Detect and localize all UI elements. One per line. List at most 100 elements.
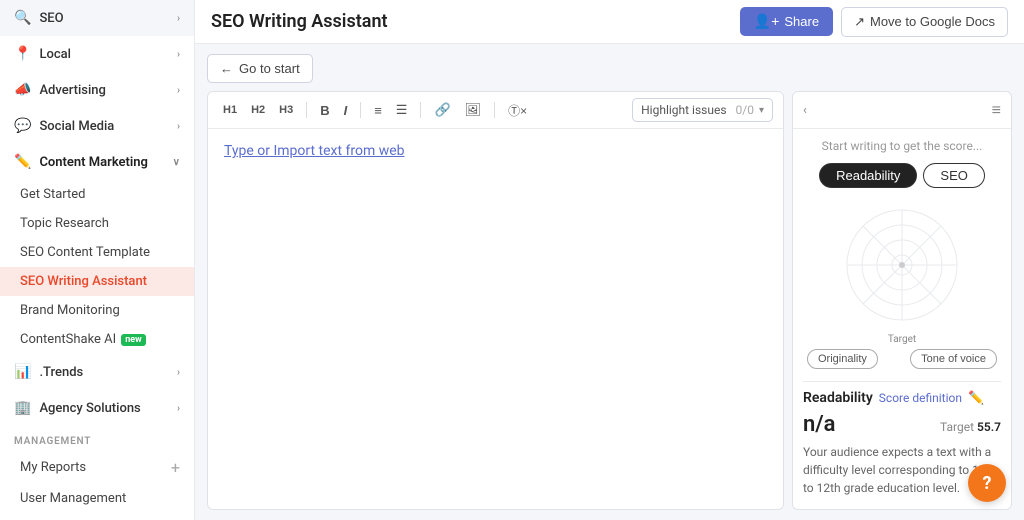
text-editor: H1 H2 H3 B I bbox=[207, 91, 784, 510]
sidebar-item-seo[interactable]: 🔍 SEO › bbox=[0, 0, 194, 36]
page-title: SEO Writing Assistant bbox=[211, 11, 388, 32]
trends-icon: 📊 bbox=[14, 364, 31, 380]
management-label: MANAGEMENT bbox=[0, 426, 194, 451]
score-value: n/a bbox=[803, 412, 835, 437]
sidebar-item-label: Local bbox=[39, 47, 71, 62]
sidebar-item-get-started[interactable]: Get Started bbox=[0, 180, 194, 209]
share-icon: 👤+ bbox=[754, 13, 780, 30]
ordered-list-icon: ≡ bbox=[374, 103, 382, 118]
tab-seo[interactable]: SEO bbox=[923, 163, 984, 188]
target-label: Target bbox=[803, 334, 1001, 345]
score-definition-link[interactable]: Score definition bbox=[879, 391, 962, 405]
import-link[interactable]: Import text from web bbox=[273, 143, 404, 159]
go-to-start-button[interactable]: ← Go to start bbox=[207, 54, 313, 83]
bold-button[interactable]: B bbox=[315, 100, 334, 121]
google-docs-button[interactable]: ↗ Move to Google Docs bbox=[841, 7, 1008, 37]
image-button[interactable]: 🖼 bbox=[460, 99, 487, 121]
link-button[interactable]: 🔗 bbox=[429, 99, 455, 121]
score-tabs: Readability SEO bbox=[803, 163, 1001, 188]
heading-h3-button[interactable]: H3 bbox=[274, 101, 298, 119]
header-actions: 👤+ Share ↗ Move to Google Docs bbox=[740, 7, 1008, 37]
sidebar-item-content-marketing[interactable]: ✏️ Content Marketing ∨ bbox=[0, 144, 194, 180]
heading-h2-button[interactable]: H2 bbox=[246, 101, 270, 119]
highlight-issues-dropdown[interactable]: Highlight issues 0/0 ▾ bbox=[632, 98, 773, 122]
sidebar-item-social-media[interactable]: 💬 Social Media › bbox=[0, 108, 194, 144]
tab-readability[interactable]: Readability bbox=[819, 163, 917, 188]
chevron-down-icon: ▾ bbox=[759, 105, 764, 116]
clear-icon: Ⓣ× bbox=[508, 102, 527, 119]
agency-icon: 🏢 bbox=[14, 400, 31, 416]
social-icon: 💬 bbox=[14, 118, 31, 134]
arrow-left-icon: ← bbox=[220, 61, 233, 76]
target-value: Target 55.7 bbox=[940, 420, 1001, 434]
heading-h1-button[interactable]: H1 bbox=[218, 101, 242, 119]
content-marketing-icon: ✏️ bbox=[14, 154, 31, 170]
sidebar-item-seo-content-template[interactable]: SEO Content Template bbox=[0, 238, 194, 267]
radar-chart bbox=[803, 200, 1001, 330]
panel-collapse-button[interactable]: ‹ bbox=[803, 103, 807, 118]
toolbar-separator-3 bbox=[420, 102, 421, 118]
sidebar-item-label: Advertising bbox=[39, 83, 105, 98]
ordered-list-button[interactable]: ≡ bbox=[369, 100, 387, 121]
go-to-start-bar: ← Go to start bbox=[207, 54, 1012, 83]
readability-header: Readability Score definition ✏️ bbox=[803, 390, 1001, 406]
toolbar-separator-4 bbox=[494, 102, 495, 118]
advertising-icon: 📣 bbox=[14, 82, 31, 98]
editor-toolbar: H1 H2 H3 B I bbox=[208, 92, 783, 129]
clear-formatting-button[interactable]: Ⓣ× bbox=[503, 99, 532, 122]
sidebar-item-contentshake-ai[interactable]: ContentShake AI new bbox=[0, 325, 194, 354]
top-header: SEO Writing Assistant 👤+ Share ↗ Move to… bbox=[195, 0, 1024, 44]
sidebar-item-label: Content Marketing bbox=[39, 155, 148, 170]
right-panel: ‹ ≡ Start writing to get the score... Re… bbox=[792, 91, 1012, 510]
main-content: SEO Writing Assistant 👤+ Share ↗ Move to… bbox=[195, 0, 1024, 520]
score-row: n/a Target 55.7 bbox=[803, 412, 1001, 437]
unordered-list-button[interactable]: ☰ bbox=[391, 99, 413, 121]
panel-menu-button[interactable]: ≡ bbox=[992, 100, 1001, 120]
italic-button[interactable]: I bbox=[339, 100, 353, 121]
score-hint: Start writing to get the score... bbox=[803, 139, 1001, 153]
sidebar-item-label: Agency Solutions bbox=[39, 401, 140, 416]
sidebar-item-agency-solutions[interactable]: 🏢 Agency Solutions › bbox=[0, 390, 194, 426]
toolbar-separator-2 bbox=[360, 102, 361, 118]
unordered-list-icon: ☰ bbox=[396, 102, 408, 118]
originality-label[interactable]: Originality bbox=[807, 349, 878, 369]
right-panel-header: ‹ ≡ bbox=[793, 92, 1011, 129]
add-report-button[interactable]: + bbox=[171, 458, 180, 477]
chevron-right-icon: › bbox=[177, 49, 180, 60]
link-icon: 🔗 bbox=[434, 102, 450, 118]
sidebar-item-label: SEO bbox=[39, 11, 63, 26]
editor-body[interactable]: Type or Import text from web bbox=[208, 129, 783, 509]
chevron-right-icon: › bbox=[177, 85, 180, 96]
sidebar: 🔍 SEO › 📍 Local › 📣 Advertising › 💬 Soci… bbox=[0, 0, 195, 520]
local-icon: 📍 bbox=[14, 46, 31, 62]
sidebar-item-seo-writing-assistant[interactable]: SEO Writing Assistant bbox=[0, 267, 194, 296]
edit-icon[interactable]: ✏️ bbox=[968, 391, 984, 406]
help-button[interactable]: ? bbox=[968, 464, 1006, 502]
sidebar-item-my-reports[interactable]: My Reports + bbox=[0, 451, 194, 484]
editor-panel: H1 H2 H3 B I bbox=[207, 91, 1012, 510]
image-icon: 🖼 bbox=[465, 102, 482, 118]
sidebar-item-local[interactable]: 📍 Local › bbox=[0, 36, 194, 72]
radar-labels: Originality Tone of voice bbox=[803, 349, 1001, 369]
radar-svg bbox=[822, 200, 982, 330]
chevron-down-icon: ∨ bbox=[173, 157, 180, 168]
editor-area: ← Go to start H1 H2 H3 bbox=[195, 44, 1024, 520]
google-docs-icon: ↗ bbox=[854, 14, 865, 30]
sidebar-item-notes[interactable]: Notes bbox=[0, 513, 194, 520]
seo-icon: 🔍 bbox=[14, 10, 31, 26]
sidebar-item-label: .Trends bbox=[39, 365, 83, 380]
chevron-right-icon: › bbox=[177, 13, 180, 24]
chevron-right-icon: › bbox=[177, 121, 180, 132]
toolbar-separator bbox=[306, 102, 307, 118]
sidebar-item-topic-research[interactable]: Topic Research bbox=[0, 209, 194, 238]
chevron-right-icon: › bbox=[177, 367, 180, 378]
new-badge: new bbox=[121, 334, 146, 346]
sidebar-item-advertising[interactable]: 📣 Advertising › bbox=[0, 72, 194, 108]
share-button[interactable]: 👤+ Share bbox=[740, 7, 833, 36]
tone-of-voice-label[interactable]: Tone of voice bbox=[910, 349, 997, 369]
sidebar-item-trends[interactable]: 📊 .Trends › bbox=[0, 354, 194, 390]
sidebar-item-label: Social Media bbox=[39, 119, 114, 134]
sidebar-item-user-management[interactable]: User Management bbox=[0, 484, 194, 513]
sidebar-item-brand-monitoring[interactable]: Brand Monitoring bbox=[0, 296, 194, 325]
right-panel-body: Start writing to get the score... Readab… bbox=[793, 129, 1011, 509]
